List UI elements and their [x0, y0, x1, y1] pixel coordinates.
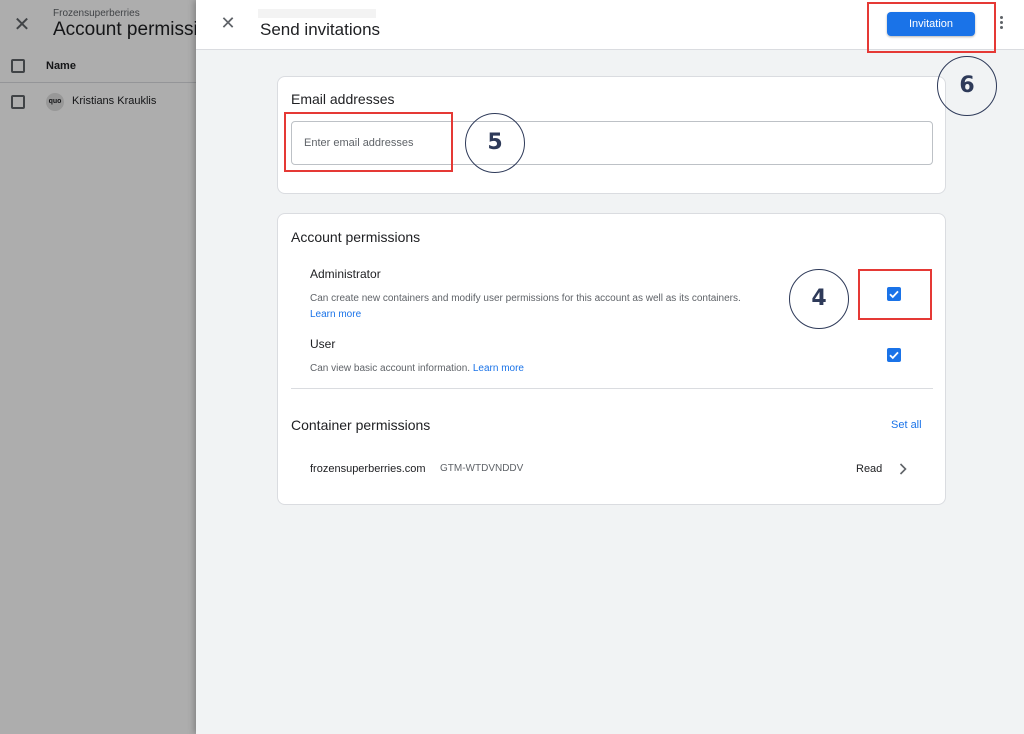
highlight-box-invitation — [867, 2, 996, 53]
learn-more-link[interactable]: Learn more — [473, 363, 524, 374]
role-label-administrator: Administrator — [310, 267, 381, 281]
check-icon — [889, 351, 899, 360]
container-permissions-heading: Container permissions — [291, 417, 431, 433]
more-vert-icon[interactable] — [996, 14, 1006, 34]
user-checkbox[interactable] — [887, 348, 901, 362]
step-number-4: 4 — [789, 269, 849, 329]
set-all-link[interactable]: Set all — [891, 419, 922, 431]
chevron-right-icon[interactable] — [898, 462, 908, 476]
role-description-text: Can view basic account information. — [310, 363, 471, 374]
title-placeholder-strip — [258, 9, 376, 18]
close-icon[interactable]: ✕ — [218, 13, 238, 34]
container-row[interactable]: frozensuperberries.com GTM-WTDVNDDV Read — [291, 452, 933, 488]
role-description-administrator: Can create new containers and modify use… — [310, 291, 760, 323]
drawer-title: Send invitations — [260, 20, 381, 39]
highlight-box-administrator — [858, 269, 932, 320]
step-number-5: 5 — [465, 113, 525, 173]
email-addresses-heading: Email addresses — [291, 91, 395, 107]
divider — [291, 388, 933, 389]
container-access-level: Read — [856, 463, 883, 475]
role-description-user: Can view basic account information. Lear… — [310, 361, 760, 377]
account-permissions-heading: Account permissions — [291, 229, 421, 245]
container-id: GTM-WTDVNDDV — [440, 463, 524, 474]
highlight-box-email-input — [284, 112, 453, 172]
learn-more-link[interactable]: Learn more — [310, 309, 361, 320]
permissions-card: Account permissions Administrator Can cr… — [277, 213, 946, 505]
role-description-text: Can create new containers and modify use… — [310, 293, 741, 304]
send-invitations-drawer: ✕ Send invitations Invitation Email addr… — [196, 0, 1024, 734]
role-label-user: User — [310, 337, 336, 351]
container-name: frozensuperberries.com — [310, 463, 426, 475]
step-number-6: 6 — [937, 56, 997, 116]
